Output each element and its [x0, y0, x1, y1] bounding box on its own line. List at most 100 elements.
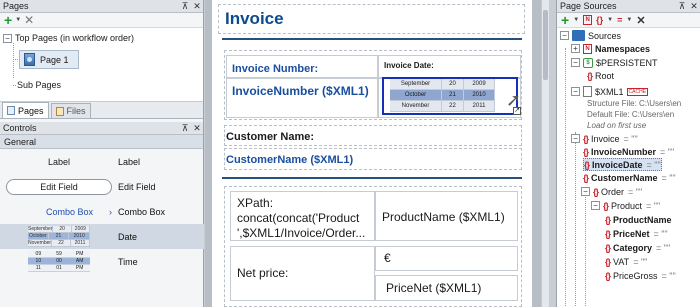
tree-node-customername[interactable]: {} CustomerName = "": [583, 171, 676, 184]
collapse-toggle[interactable]: −: [591, 201, 600, 210]
invoice-number-label[interactable]: Invoice Number:: [232, 63, 318, 75]
pin-icon[interactable]: ⊼: [676, 1, 688, 12]
close-icon[interactable]: ✕: [191, 123, 203, 134]
collapse-toggle[interactable]: −: [571, 87, 580, 96]
customer-name-value[interactable]: CustomerName ($XML1): [226, 154, 353, 166]
tree-node-root[interactable]: {} Root: [587, 69, 614, 82]
chevron-down-icon[interactable]: ▼: [626, 17, 632, 23]
chevron-down-icon[interactable]: ▼: [607, 17, 613, 23]
tree-node-invoice[interactable]: − {} Invoice = "": [571, 132, 638, 145]
customer-name-label[interactable]: Customer Name:: [226, 131, 314, 143]
tree-node-order[interactable]: − {} Order = "": [581, 185, 642, 198]
chevron-right-icon: ›: [109, 206, 112, 217]
price-net-value[interactable]: PriceNet ($XML1): [386, 281, 481, 295]
invoice-date-label[interactable]: Invoice Date:: [384, 61, 434, 70]
node-label: CustomerName: [591, 172, 658, 183]
delete-icon[interactable]: ✕: [636, 14, 645, 27]
tab-pages[interactable]: Pages: [2, 102, 49, 118]
node-label: PriceGross: [613, 270, 658, 281]
chevron-down-icon[interactable]: ▼: [573, 17, 579, 23]
element-icon[interactable]: {}: [596, 15, 603, 25]
control-name: Label: [118, 156, 141, 167]
net-price-label[interactable]: Net price:: [237, 266, 288, 280]
combo-preview: Combo Box: [45, 206, 93, 217]
control-name: Edit Field: [118, 181, 156, 192]
control-name: Time: [118, 256, 138, 267]
controls-group-general[interactable]: General: [0, 135, 203, 149]
control-combo-box[interactable]: Combo Box › Combo Box: [0, 199, 204, 224]
pin-icon[interactable]: ⊼: [179, 1, 191, 12]
label-preview: Label: [47, 156, 71, 167]
sources-panel-title-bar: Page Sources ⊼ ✕: [557, 0, 700, 13]
sub-pages-node[interactable]: Sub Pages: [17, 78, 61, 92]
node-label: Namespaces: [595, 43, 651, 54]
element-icon: {}: [583, 146, 589, 157]
node-label: Order: [601, 186, 625, 197]
tree-node-pricenet[interactable]: {} PriceNet = "": [605, 227, 668, 240]
element-icon: {}: [605, 256, 611, 267]
collapse-toggle[interactable]: −: [581, 187, 590, 196]
date-control-selected[interactable]: September 20 2009 October 21 2010 November 22…: [382, 77, 521, 115]
page-1-item[interactable]: Page 1: [19, 50, 79, 69]
collapse-toggle[interactable]: −: [3, 33, 12, 43]
tree-node-pricegross[interactable]: {} PriceGross = "": [605, 269, 676, 282]
page-title[interactable]: Invoice: [225, 9, 284, 29]
shortcut-icon: ↗: [513, 107, 521, 115]
tree-node-vat[interactable]: {} VAT = "": [605, 255, 647, 268]
element-icon: {}: [584, 159, 590, 170]
equals-icon[interactable]: =: [617, 15, 622, 25]
tree-node-invoicedate[interactable]: {} InvoiceDate = "": [583, 158, 662, 171]
page-canvas[interactable]: Invoice Invoice Number: Invoice Date: In…: [212, 0, 532, 307]
tab-files[interactable]: Files: [50, 103, 91, 118]
divider: [222, 177, 522, 179]
control-time[interactable]: 09 59 PM 10 00 AM 11 01 PM Time: [0, 249, 204, 274]
sources-panel-title: Page Sources: [560, 1, 617, 11]
element-icon: {}: [605, 214, 611, 225]
tree-node-invoicenumber[interactable]: {} InvoiceNumber = "": [583, 145, 674, 158]
namespace-icon[interactable]: N: [583, 15, 593, 25]
add-page-icon[interactable]: +: [4, 13, 12, 27]
node-label: $PERSISTENT: [596, 57, 658, 68]
tree-node-sources[interactable]: − Sources: [560, 29, 621, 42]
node-label: Product: [611, 200, 643, 211]
file-icon: [583, 86, 592, 97]
tree-node-namespaces[interactable]: + N Namespaces: [571, 42, 650, 55]
euro-symbol[interactable]: €: [384, 251, 391, 265]
control-date[interactable]: September 20 2009 October 21 2010 November 22…: [0, 224, 204, 249]
control-name: Combo Box: [118, 206, 166, 217]
page-1-label: Page 1: [40, 54, 69, 65]
node-label: ProductName: [613, 214, 672, 225]
vertical-scrollbar[interactable]: [541, 0, 549, 307]
product-name-value[interactable]: ProductName ($XML1): [382, 210, 505, 224]
chevron-down-icon[interactable]: ▼: [15, 17, 21, 23]
xpath-expression[interactable]: XPath: concat(concat('Product ',$XML1/In…: [237, 196, 372, 241]
close-icon[interactable]: ✕: [688, 1, 700, 12]
close-icon[interactable]: ✕: [191, 1, 203, 12]
expand-toggle[interactable]: +: [571, 44, 580, 53]
element-icon: {}: [605, 270, 611, 281]
tree-node-productname[interactable]: {} ProductName: [605, 213, 672, 226]
tree-node-category[interactable]: {} Category = "": [605, 241, 670, 254]
node-label: Invoice: [591, 133, 620, 144]
pin-icon[interactable]: ⊼: [179, 123, 191, 134]
tree-node-product[interactable]: − {} Product = "": [591, 199, 660, 212]
control-edit-field[interactable]: Edit Field Edit Field: [0, 174, 204, 199]
tree-node-persistent[interactable]: − $ $PERSISTENT: [571, 56, 658, 69]
edit-field-preview: Edit Field: [6, 178, 112, 195]
collapse-toggle[interactable]: −: [571, 58, 580, 67]
add-source-icon[interactable]: +: [561, 13, 569, 27]
control-label[interactable]: Label Label: [0, 149, 204, 174]
node-label: Category: [613, 242, 653, 253]
delete-page-icon[interactable]: ✕: [24, 14, 34, 26]
node-label: Sources: [588, 30, 622, 41]
pages-icon: [7, 106, 15, 115]
collapse-toggle[interactable]: −: [571, 134, 580, 143]
element-icon: {}: [587, 70, 593, 81]
collapse-toggle[interactable]: −: [560, 31, 569, 40]
scrollbar-thumb[interactable]: [543, 10, 548, 80]
sources-toolbar: + ▼ N {} ▼ = ▼ ✕: [557, 13, 700, 28]
invoice-number-value[interactable]: InvoiceNumber ($XML1): [232, 84, 372, 99]
top-pages-node[interactable]: − Top Pages (in workflow order): [3, 31, 134, 45]
node-label: InvoiceNumber: [591, 146, 657, 157]
group-label: General: [4, 136, 37, 147]
